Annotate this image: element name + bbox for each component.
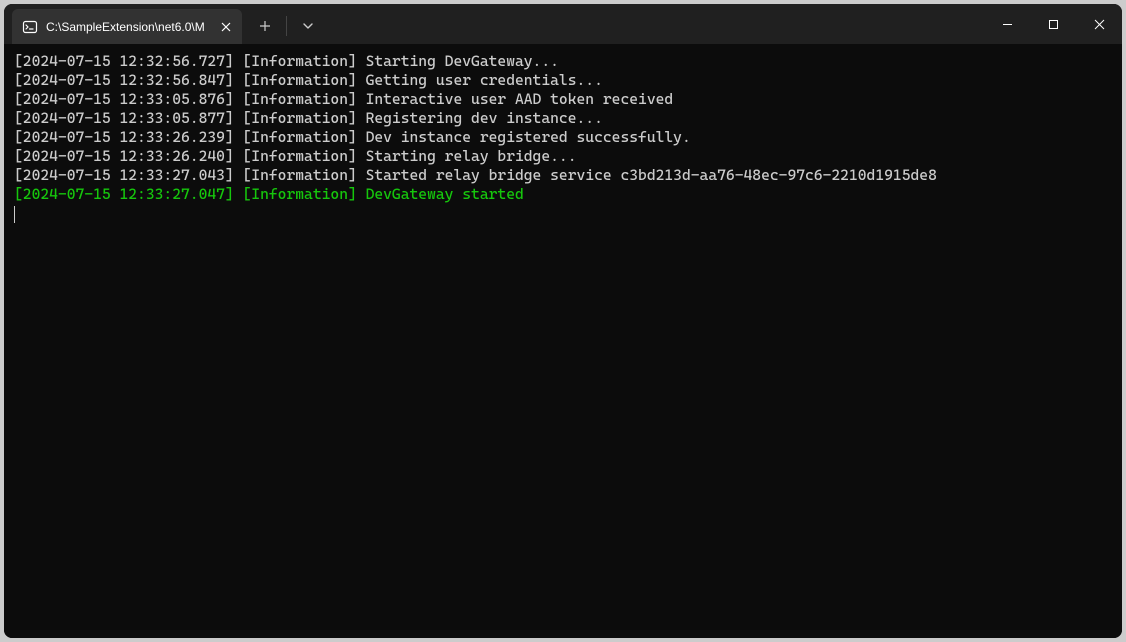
minimize-button[interactable] <box>984 4 1030 44</box>
tab-title: C:\SampleExtension\net6.0\M <box>46 20 210 34</box>
log-line: [2024-07-15 12:33:27.047] [Information] … <box>14 185 1116 204</box>
tab-dropdown-button[interactable] <box>291 10 325 42</box>
text-cursor <box>14 206 15 223</box>
terminal-icon <box>22 19 38 35</box>
titlebar-left: C:\SampleExtension\net6.0\M <box>4 4 325 44</box>
terminal-window: C:\SampleExtension\net6.0\M <box>4 4 1122 638</box>
log-line: [2024-07-15 12:33:05.876] [Information] … <box>14 90 1116 109</box>
log-line: [2024-07-15 12:33:26.240] [Information] … <box>14 147 1116 166</box>
titlebar: C:\SampleExtension\net6.0\M <box>4 4 1122 44</box>
cursor-line <box>14 204 1116 223</box>
log-line: [2024-07-15 12:32:56.727] [Information] … <box>14 52 1116 71</box>
maximize-button[interactable] <box>1030 4 1076 44</box>
tab-close-button[interactable] <box>218 19 234 35</box>
log-line: [2024-07-15 12:33:05.877] [Information] … <box>14 109 1116 128</box>
active-tab[interactable]: C:\SampleExtension\net6.0\M <box>12 9 242 44</box>
log-line: [2024-07-15 12:33:26.239] [Information] … <box>14 128 1116 147</box>
close-button[interactable] <box>1076 4 1122 44</box>
divider <box>286 16 287 36</box>
terminal-output[interactable]: [2024-07-15 12:32:56.727] [Information] … <box>4 44 1122 638</box>
log-line: [2024-07-15 12:33:27.043] [Information] … <box>14 166 1116 185</box>
new-tab-button[interactable] <box>248 10 282 42</box>
window-controls <box>984 4 1122 44</box>
tab-actions <box>248 4 325 44</box>
log-line: [2024-07-15 12:32:56.847] [Information] … <box>14 71 1116 90</box>
